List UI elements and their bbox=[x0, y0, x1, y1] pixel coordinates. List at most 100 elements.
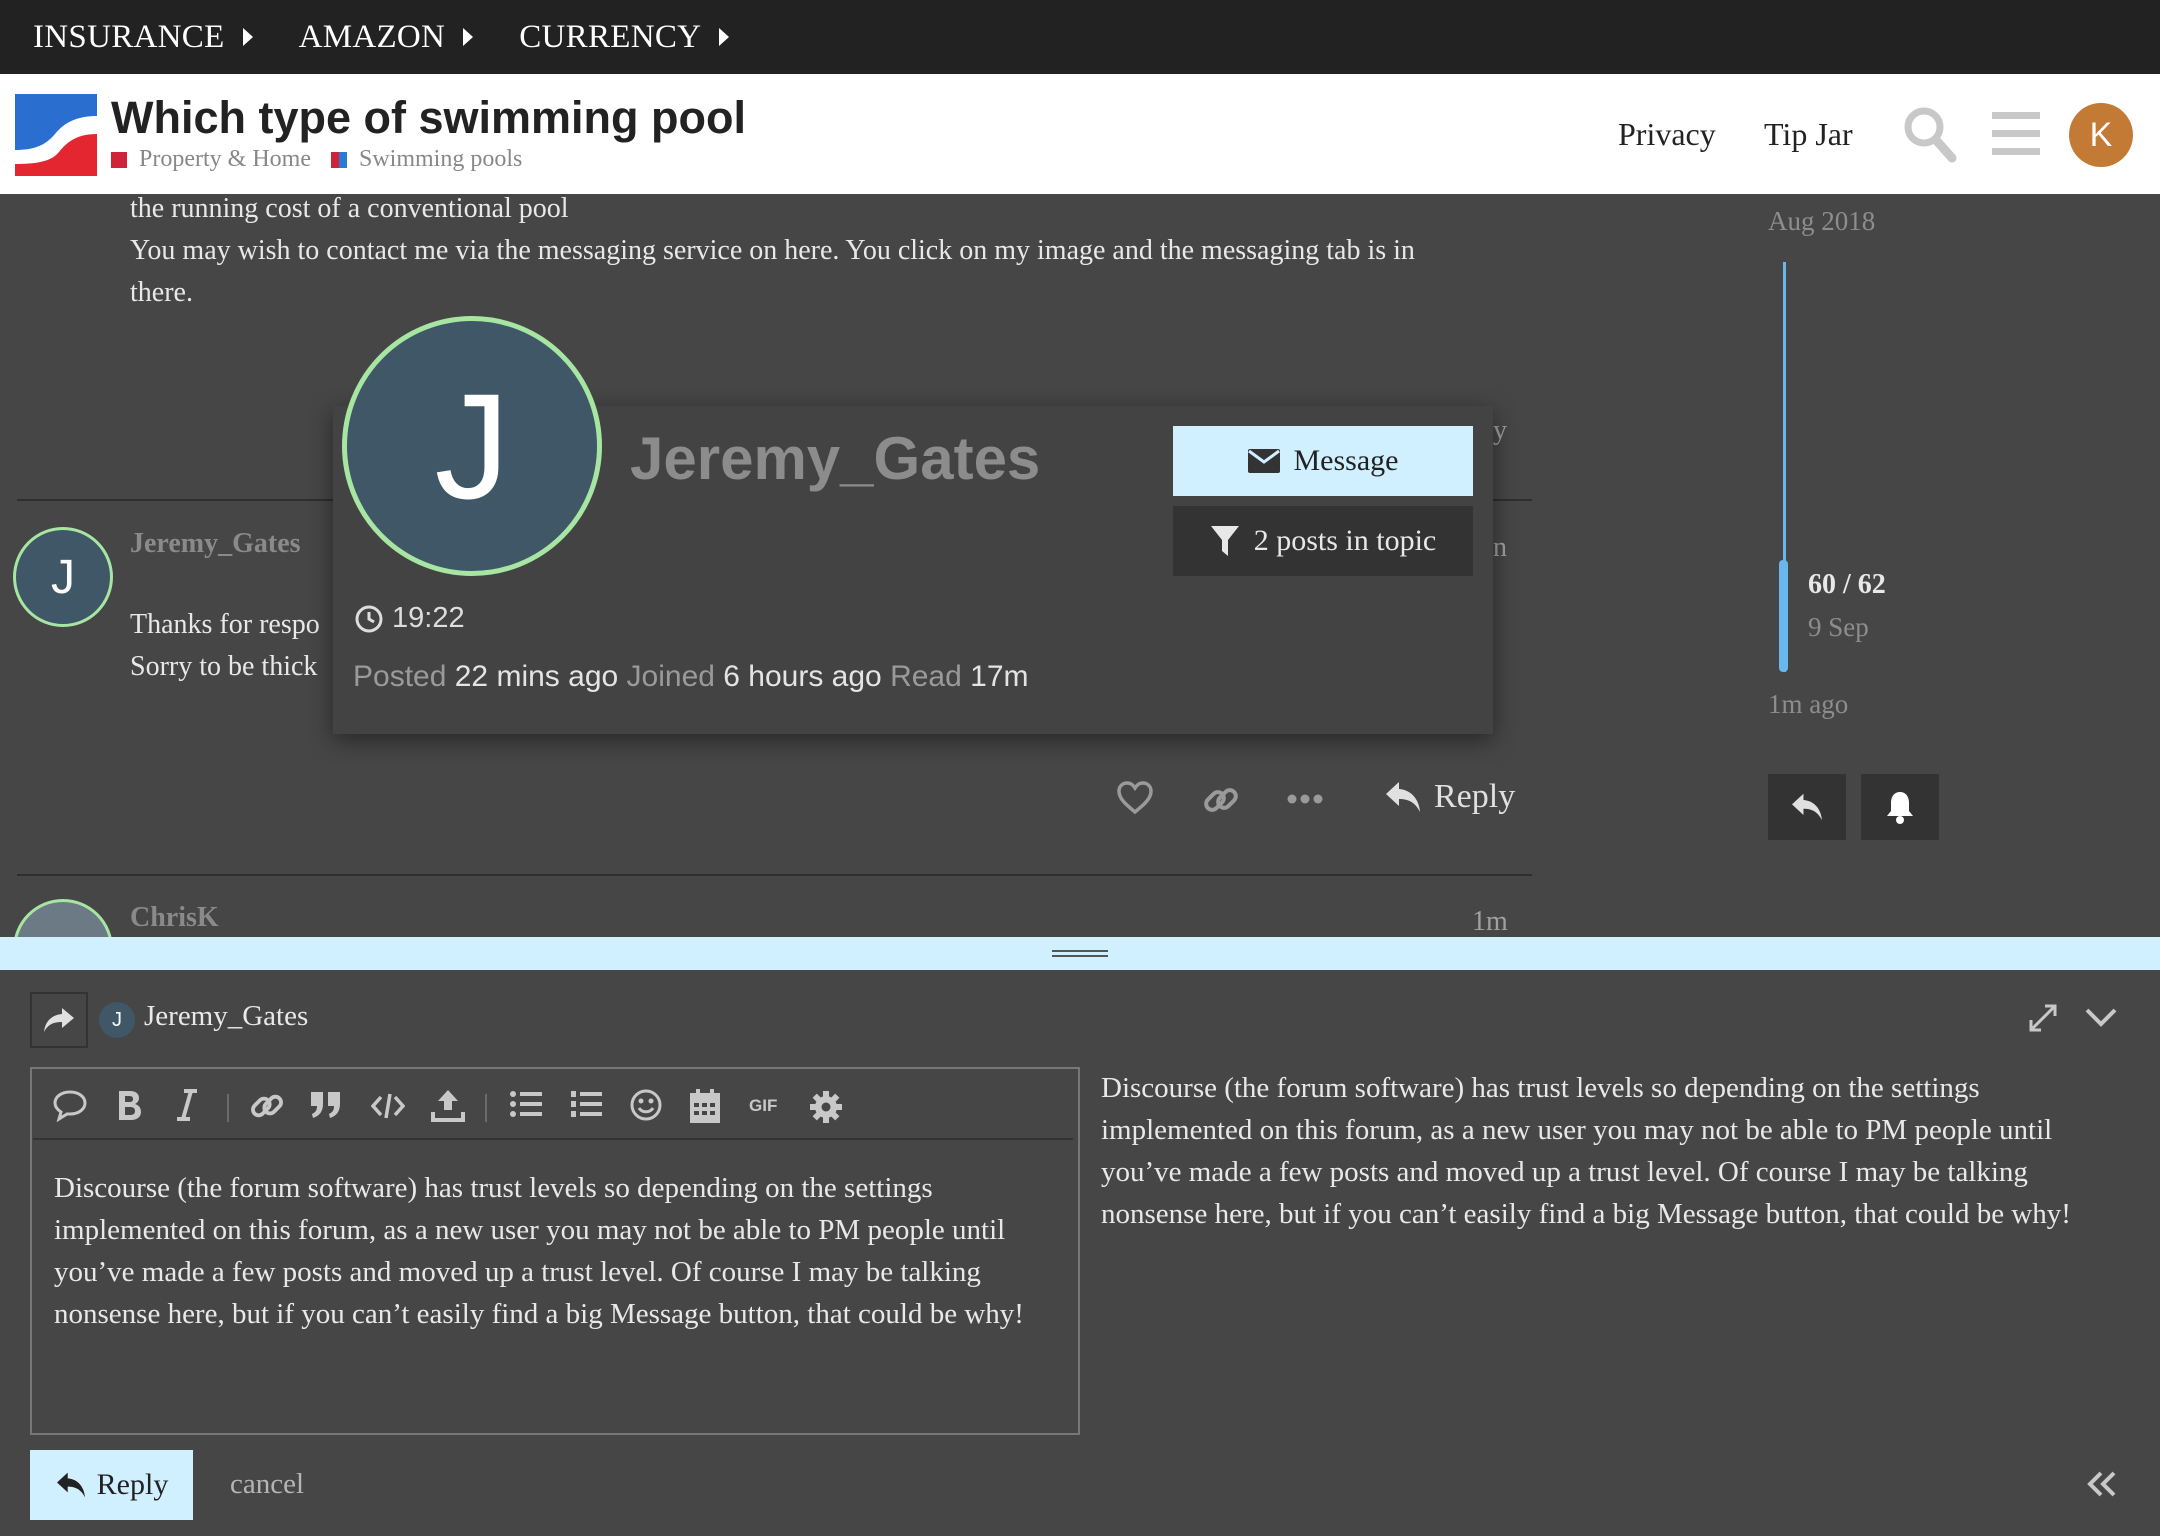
bold-icon[interactable] bbox=[115, 1088, 143, 1122]
posted-label: Posted bbox=[353, 660, 447, 693]
category-label: Swimming pools bbox=[358, 146, 523, 172]
category-badge-swimming-pools[interactable]: Swimming pools bbox=[330, 146, 523, 173]
category-color-square bbox=[111, 151, 127, 168]
chevron-down-icon[interactable] bbox=[2084, 1006, 2118, 1030]
message-button[interactable]: Message bbox=[1173, 426, 1473, 496]
italic-icon[interactable] bbox=[175, 1088, 199, 1122]
quote-icon[interactable] bbox=[53, 1088, 87, 1122]
current-user-avatar[interactable]: K bbox=[2069, 103, 2133, 167]
reply-arrow-icon bbox=[56, 1472, 85, 1498]
category-color-square bbox=[330, 151, 347, 168]
post-reply-button[interactable]: Reply bbox=[1384, 778, 1515, 816]
user-card-stats: Posted 22 mins ago Joined 6 hours ago Re… bbox=[353, 660, 1029, 694]
caret-right-icon bbox=[719, 28, 730, 46]
post-username[interactable]: Jeremy_Gates bbox=[130, 528, 301, 560]
site-header: Which type of swimming pool Property & H… bbox=[0, 74, 2160, 194]
share-link-icon[interactable] bbox=[1202, 781, 1240, 819]
composer-resize-grip[interactable] bbox=[0, 937, 2160, 970]
gif-icon[interactable]: GIF bbox=[749, 1096, 777, 1116]
topnav-currency-label: CURRENCY bbox=[519, 18, 702, 55]
composer-editor[interactable]: GIF Discourse (the forum software) has t… bbox=[30, 1067, 1080, 1435]
post-time-fragment: n bbox=[1493, 532, 1507, 563]
topnav-currency[interactable]: CURRENCY bbox=[519, 18, 730, 56]
composer-reply-button[interactable]: Reply bbox=[30, 1450, 193, 1520]
timeline-reply-button[interactable] bbox=[1768, 774, 1846, 840]
grip-line bbox=[1052, 950, 1108, 952]
bullet-list-icon[interactable] bbox=[509, 1088, 543, 1120]
preview-text-line: nonsense here, but if you can’t easily f… bbox=[1101, 1198, 2071, 1230]
post-author-avatar[interactable]: J bbox=[13, 527, 113, 627]
hamburger-menu-icon[interactable] bbox=[1992, 112, 2040, 156]
toolbar-separator bbox=[227, 1094, 229, 1122]
prev-post-line: there. bbox=[130, 277, 193, 308]
numbered-list-icon[interactable] bbox=[569, 1088, 603, 1120]
reply-arrow-icon bbox=[1792, 793, 1822, 821]
prev-post-fragment: y bbox=[1493, 415, 1507, 446]
posts-in-topic-label: 2 posts in topic bbox=[1253, 524, 1437, 557]
toolbar-separator bbox=[485, 1094, 487, 1122]
recipient-avatar: J bbox=[99, 1002, 135, 1038]
post-divider bbox=[17, 874, 1532, 876]
emoji-icon[interactable] bbox=[629, 1088, 663, 1122]
category-badge-property-home[interactable]: Property & Home bbox=[111, 146, 311, 173]
composer-textarea-content: Discourse (the forum software) has trust… bbox=[54, 1167, 1024, 1335]
topnav-insurance-label: INSURANCE bbox=[33, 18, 225, 55]
link-icon[interactable] bbox=[249, 1088, 285, 1124]
posted-value: 22 mins ago bbox=[454, 660, 619, 693]
timeline-scroll-handle[interactable] bbox=[1779, 560, 1788, 672]
category-label: Property & Home bbox=[139, 146, 311, 172]
notifications-button[interactable] bbox=[1861, 774, 1939, 840]
reply-arrow-icon bbox=[1386, 782, 1420, 812]
code-icon[interactable] bbox=[371, 1092, 405, 1120]
topnav-amazon-label: AMAZON bbox=[298, 18, 446, 55]
next-post-username[interactable]: ChrisK bbox=[130, 902, 219, 934]
user-local-time: 19:22 bbox=[354, 602, 465, 635]
upload-icon[interactable] bbox=[431, 1088, 465, 1122]
bell-icon bbox=[1887, 792, 1913, 824]
prev-post-line: the running cost of a conventional pool bbox=[130, 193, 569, 224]
topic-title[interactable]: Which type of swimming pool bbox=[111, 92, 746, 144]
post-reply-label: Reply bbox=[1434, 778, 1516, 815]
like-heart-icon[interactable] bbox=[1116, 781, 1154, 815]
user-card-name[interactable]: Jeremy_Gates bbox=[630, 424, 1040, 493]
top-nav: INSURANCE AMAZON CURRENCY bbox=[0, 0, 2160, 74]
topnav-insurance[interactable]: INSURANCE bbox=[33, 19, 253, 56]
calendar-icon[interactable] bbox=[689, 1088, 721, 1124]
recipient-name[interactable]: Jeremy_Gates bbox=[144, 1000, 308, 1033]
privacy-link[interactable]: Privacy bbox=[1618, 116, 1716, 153]
grip-line bbox=[1052, 955, 1108, 957]
preview-text-line: Discourse (the forum software) has trust… bbox=[1101, 1072, 1980, 1104]
user-card-avatar[interactable]: J bbox=[342, 316, 602, 576]
expand-icon[interactable] bbox=[2027, 1002, 2059, 1034]
composer-cancel-link[interactable]: cancel bbox=[230, 1468, 304, 1501]
posts-in-topic-button[interactable]: 2 posts in topic bbox=[1173, 506, 1473, 576]
caret-right-icon bbox=[242, 28, 253, 46]
prev-post-line: You may wish to contact me via the messa… bbox=[130, 235, 1415, 266]
read-label: Read bbox=[890, 660, 962, 693]
joined-label: Joined bbox=[626, 660, 715, 693]
reply-type-button[interactable] bbox=[30, 992, 88, 1048]
more-options-icon[interactable] bbox=[1286, 792, 1324, 806]
search-icon[interactable] bbox=[1902, 104, 1958, 164]
composer-reply-label: Reply bbox=[96, 1468, 169, 1501]
user-local-time-value: 19:22 bbox=[392, 602, 465, 634]
site-logo[interactable] bbox=[15, 94, 97, 176]
clock-icon bbox=[355, 605, 383, 632]
toggle-preview-icon[interactable] bbox=[2086, 1470, 2118, 1498]
message-button-label: Message bbox=[1293, 444, 1399, 477]
blockquote-icon[interactable] bbox=[309, 1088, 343, 1120]
timeline-start-date[interactable]: Aug 2018 bbox=[1768, 206, 1875, 237]
caret-right-icon bbox=[463, 28, 474, 46]
composer-text-line: Discourse (the forum software) has trust… bbox=[54, 1172, 933, 1204]
preview-text-line: implemented on this forum, as a new user… bbox=[1101, 1114, 2053, 1146]
composer-text-line: implemented on this forum, as a new user… bbox=[54, 1214, 1006, 1246]
post-body-line: Thanks for respo bbox=[130, 609, 320, 640]
gear-icon[interactable] bbox=[809, 1090, 843, 1124]
timeline-end-label[interactable]: 1m ago bbox=[1768, 689, 1848, 720]
joined-value: 6 hours ago bbox=[723, 660, 882, 693]
filter-icon bbox=[1210, 526, 1239, 556]
topnav-amazon[interactable]: AMAZON bbox=[299, 19, 474, 56]
composer-text-line: you’ve made a few posts and moved up a t… bbox=[54, 1256, 981, 1288]
composer-text-line: nonsense here, but if you can’t easily f… bbox=[54, 1298, 1024, 1330]
tip-jar-link[interactable]: Tip Jar bbox=[1764, 116, 1853, 153]
